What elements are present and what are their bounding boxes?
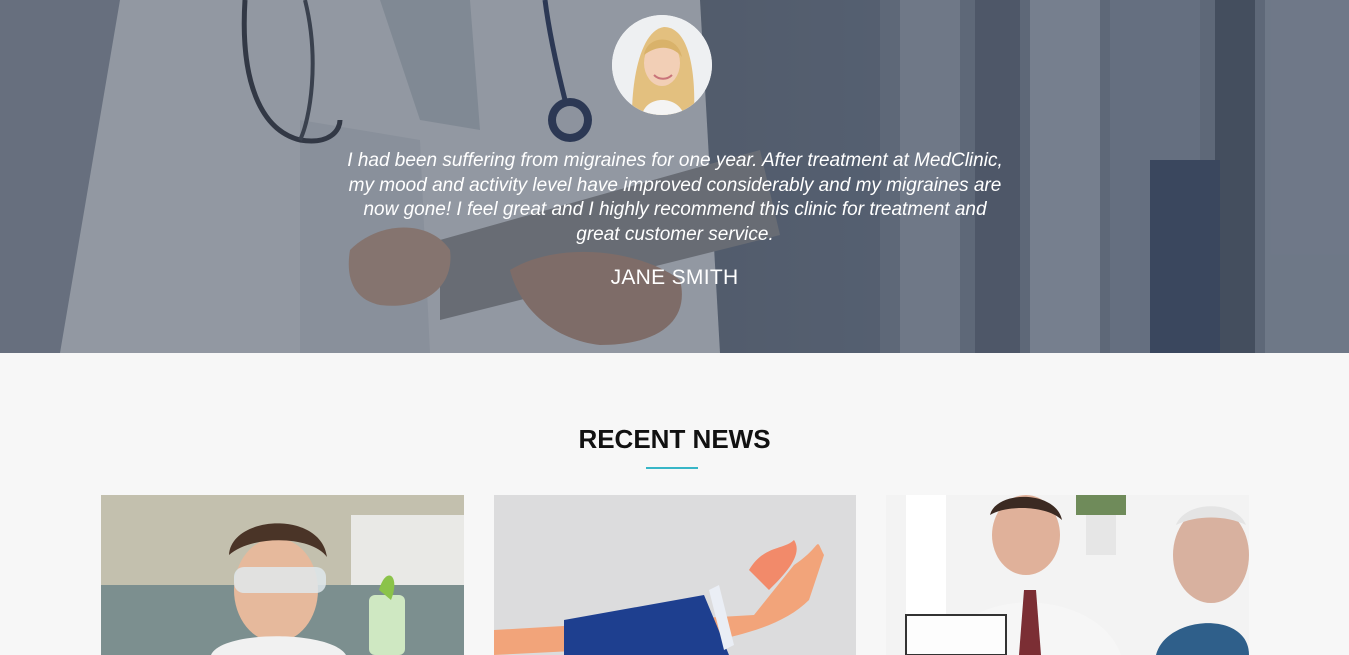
news-card-2[interactable] bbox=[494, 495, 856, 655]
recent-news-heading: RECENT NEWS bbox=[578, 424, 771, 454]
testimonial-author: JANE SMITH bbox=[610, 266, 739, 289]
heading-underline bbox=[646, 467, 698, 469]
news-card-1[interactable] bbox=[101, 495, 464, 655]
testimonial-section: I had been suffering from migraines for … bbox=[0, 0, 1349, 353]
doctor-patient-image[interactable] bbox=[886, 495, 1249, 655]
lab-researcher-image[interactable] bbox=[101, 495, 464, 655]
testimonial-quote: I had been suffering from migraines for … bbox=[347, 150, 1003, 245]
wrist-brace-image[interactable] bbox=[494, 495, 856, 655]
news-card-3[interactable] bbox=[886, 495, 1249, 655]
testimonial-avatar bbox=[612, 15, 712, 115]
